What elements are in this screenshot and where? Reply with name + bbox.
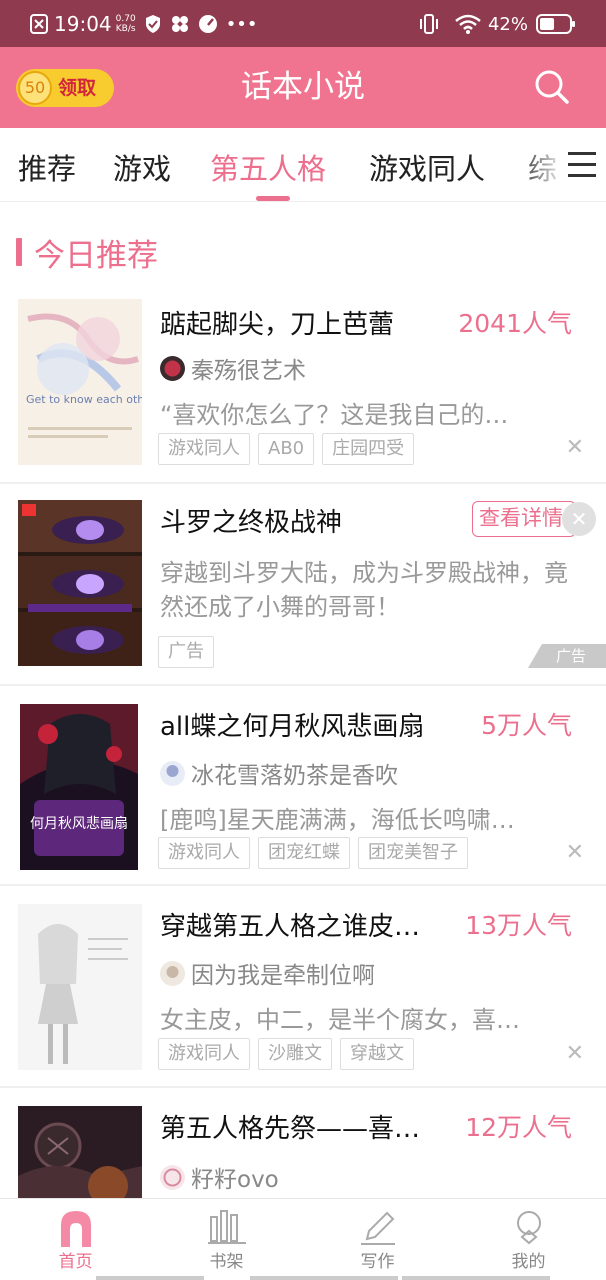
ad-tag: 广告: [158, 636, 214, 668]
gesture-bar: [96, 1276, 204, 1280]
tag-list: 游戏同人 团宠红蝶 团宠美智子: [158, 837, 476, 869]
author-name: 冰花雪落奶茶是香吹: [191, 763, 398, 789]
ad-title[interactable]: 斗罗之终极战神: [160, 502, 450, 539]
tag[interactable]: 游戏同人: [158, 433, 250, 465]
tab-games[interactable]: 游戏: [113, 146, 171, 188]
tag[interactable]: 游戏同人: [158, 1038, 250, 1070]
author-name: 因为我是牵制位啊: [191, 963, 375, 989]
nav-profile[interactable]: 我的: [453, 1199, 604, 1280]
ad-image[interactable]: [18, 500, 142, 666]
tag[interactable]: 游戏同人: [158, 837, 250, 869]
author-avatar: [160, 760, 185, 786]
ad-badge: 广告: [528, 644, 606, 668]
book-card[interactable]: Get to know each other 踮起脚尖，刀上芭蕾 2041人气 …: [0, 290, 606, 482]
tab-game-fanfic[interactable]: 游戏同人: [369, 146, 485, 188]
author-row[interactable]: 冰花雪落奶茶是香吹: [160, 758, 398, 789]
notification-blocked-icon: [30, 14, 48, 34]
book-card[interactable]: 第五人格先祭——喜… 12万人气 籽籽ovo: [0, 1088, 606, 1198]
author-name: 秦殇很艺术: [191, 358, 306, 384]
book-description: [鹿鸣]星天鹿满满，海低长鸣啸…: [160, 806, 515, 834]
nav-label: 我的: [511, 1252, 546, 1272]
popularity-count: 5万人气: [481, 711, 572, 740]
cover-title: 何月秋风悲画扇: [30, 815, 128, 832]
section-title: 今日推荐: [34, 238, 158, 274]
book-description: 女主皮，中二，是半个腐女，喜…: [160, 1006, 520, 1034]
bottom-navigation: 首页 书架 写作 我的: [0, 1198, 606, 1280]
nav-home[interactable]: 首页: [0, 1199, 151, 1280]
book-card[interactable]: 何月秋风悲画扇 all蝶之何月秋风悲画扇 5万人气 冰花雪落奶茶是香吹 [鹿鸣]…: [0, 686, 606, 884]
dismiss-icon[interactable]: ✕: [566, 840, 584, 865]
battery-icon: [536, 14, 575, 34]
nav-label: 首页: [58, 1252, 93, 1272]
bookshelf-icon: [208, 1210, 246, 1244]
status-bar: 19:04 0.70 KB/s ••• 42%: [0, 0, 606, 47]
nav-write[interactable]: 写作: [302, 1199, 453, 1280]
cover-title: Get to know each other: [26, 393, 142, 406]
section-accent-bar: [16, 238, 22, 266]
popularity-count: 12万人气: [465, 1113, 572, 1142]
book-title[interactable]: 穿越第五人格之谁皮…: [160, 906, 450, 943]
tag[interactable]: 团宠红蝶: [258, 837, 350, 869]
shield-icon: [145, 15, 160, 33]
nav-label: 写作: [360, 1252, 395, 1272]
menu-icon[interactable]: [568, 152, 596, 178]
nav-bookshelf[interactable]: 书架: [151, 1199, 302, 1280]
category-tabs: 推荐 游戏 第五人格 游戏同人 综: [0, 128, 606, 202]
gesture-bar: [402, 1276, 550, 1280]
active-tab-indicator: [256, 196, 290, 201]
gesture-bar: [250, 1276, 398, 1280]
tab-recommend[interactable]: 推荐: [18, 146, 76, 188]
author-avatar: [160, 960, 185, 986]
tag[interactable]: 沙雕文: [258, 1038, 332, 1070]
network-speed: 0.70 KB/s: [115, 14, 136, 34]
book-title[interactable]: all蝶之何月秋风悲画扇: [160, 706, 450, 743]
ad-tag-list: 广告: [158, 636, 222, 668]
popularity-count: 13万人气: [465, 911, 572, 940]
author-row[interactable]: 因为我是牵制位啊: [160, 958, 375, 989]
tag-list: 游戏同人 沙雕文 穿越文: [158, 1038, 422, 1070]
tag-list: 游戏同人 AB0 庄园四受: [158, 433, 422, 465]
author-avatar: [160, 1164, 185, 1190]
book-cover[interactable]: Get to know each other: [18, 299, 142, 465]
book-title[interactable]: 踮起脚尖，刀上芭蕾: [160, 304, 440, 341]
book-cover[interactable]: 何月秋风悲画扇: [20, 704, 138, 870]
popularity-count: 2041人气: [458, 309, 572, 338]
vibrate-icon: [419, 14, 438, 34]
book-title[interactable]: 第五人格先祭——喜…: [160, 1108, 450, 1145]
profile-icon: [517, 1211, 541, 1245]
ad-card[interactable]: 斗罗之终极战神 查看详情 ✕ 穿越到斗罗大陆，成为斗罗殿战神，竟然还成了小舞的哥…: [0, 484, 606, 684]
fan-icon: [171, 16, 188, 32]
book-card[interactable]: 穿越第五人格之谁皮… 13万人气 因为我是牵制位啊 女主皮，中二，是半个腐女，喜…: [0, 886, 606, 1086]
author-name: 籽籽ovo: [191, 1167, 279, 1193]
tag[interactable]: 穿越文: [340, 1038, 414, 1070]
view-details-button[interactable]: 查看详情: [472, 501, 576, 537]
more-notifications-icon: •••: [225, 13, 258, 35]
author-avatar: [160, 355, 185, 381]
home-icon: [61, 1211, 91, 1247]
search-icon[interactable]: [534, 69, 570, 105]
battery-percentage: 42%: [487, 13, 528, 35]
dismiss-icon[interactable]: ✕: [566, 435, 584, 460]
tab-identity-v[interactable]: 第五人格: [210, 146, 326, 188]
close-icon[interactable]: ✕: [562, 502, 596, 536]
wifi-icon: [455, 14, 481, 34]
author-row[interactable]: 秦殇很艺术: [160, 353, 306, 384]
pen-icon: [361, 1211, 395, 1245]
book-description: “喜欢你怎么了？这是我自己的…: [160, 401, 509, 429]
book-cover[interactable]: [18, 1106, 142, 1198]
nav-label: 书架: [209, 1252, 244, 1272]
speedometer-icon: [198, 15, 217, 33]
tag[interactable]: 庄园四受: [322, 433, 415, 465]
ad-description: 穿越到斗罗大陆，成为斗罗殿战神，竟然还成了小舞的哥哥！: [160, 559, 568, 621]
author-row[interactable]: 籽籽ovo: [160, 1162, 279, 1193]
dismiss-icon[interactable]: ✕: [566, 1041, 584, 1066]
app-title: 话本小说: [241, 69, 365, 105]
tag[interactable]: AB0: [258, 433, 315, 465]
book-cover[interactable]: [18, 904, 142, 1070]
tag[interactable]: 团宠美智子: [358, 837, 468, 869]
clock: 19:04: [54, 12, 112, 36]
app-header: 50 领取 话本小说: [0, 47, 606, 128]
